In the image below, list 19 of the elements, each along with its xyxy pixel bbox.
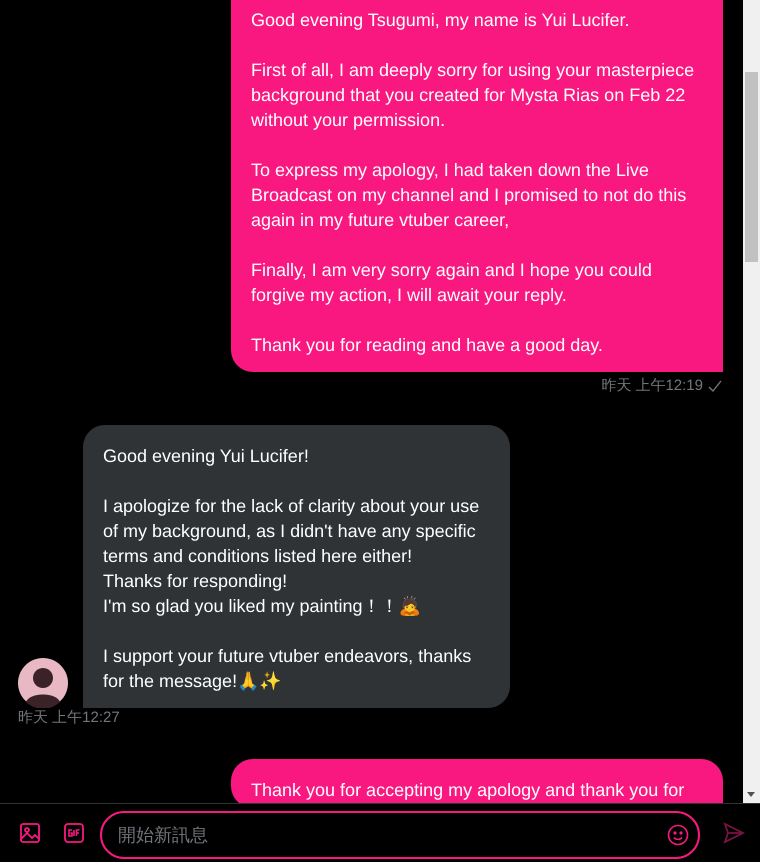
message-timestamp: 昨天 上午12:27	[18, 708, 120, 727]
message-text: Thank you for accepting my apology and thank you for	[251, 779, 686, 802]
message-text: I'm so glad you liked my painting！！🙇	[103, 595, 422, 618]
message-text: I support your future vtuber endeavors, thanks for the message!🙏✨	[103, 645, 472, 693]
message-text: Thanks for responding!	[103, 570, 288, 593]
message-timestamp: 昨天 上午12:19	[601, 376, 703, 395]
avatar[interactable]	[18, 658, 68, 708]
message-text: Good evening Yui Lucifer!	[103, 445, 310, 468]
message-text: I apologize for the lack of clarity about your use of my background, as I didn't have any specific terms and conditions listed here either!	[103, 495, 480, 568]
message-text: First of all, I am deeply sorry for using your masterpiece background that you created for Mysta Rias on Feb 22 without your permission.	[251, 59, 696, 132]
message-input[interactable]: 開始新訊息	[100, 811, 700, 859]
scroll-down-icon[interactable]	[747, 792, 755, 797]
scrollbar-thumb[interactable]	[745, 72, 758, 262]
message-text: To express my apology, I had taken down the Live Broadcast on my channel and I promised to not do this again in my future vtuber career,	[251, 159, 688, 232]
emoji-icon[interactable]	[666, 823, 690, 847]
scrollbar[interactable]	[743, 0, 760, 803]
message-text: Good evening Tsugumi, my name is Yui Lucifer.	[251, 9, 631, 32]
message-text: Finally, I am very sorry again and I hope you could forgive my action, I will await your reply.	[251, 259, 653, 307]
message-text: Thank you for reading and have a good day.	[251, 334, 604, 357]
